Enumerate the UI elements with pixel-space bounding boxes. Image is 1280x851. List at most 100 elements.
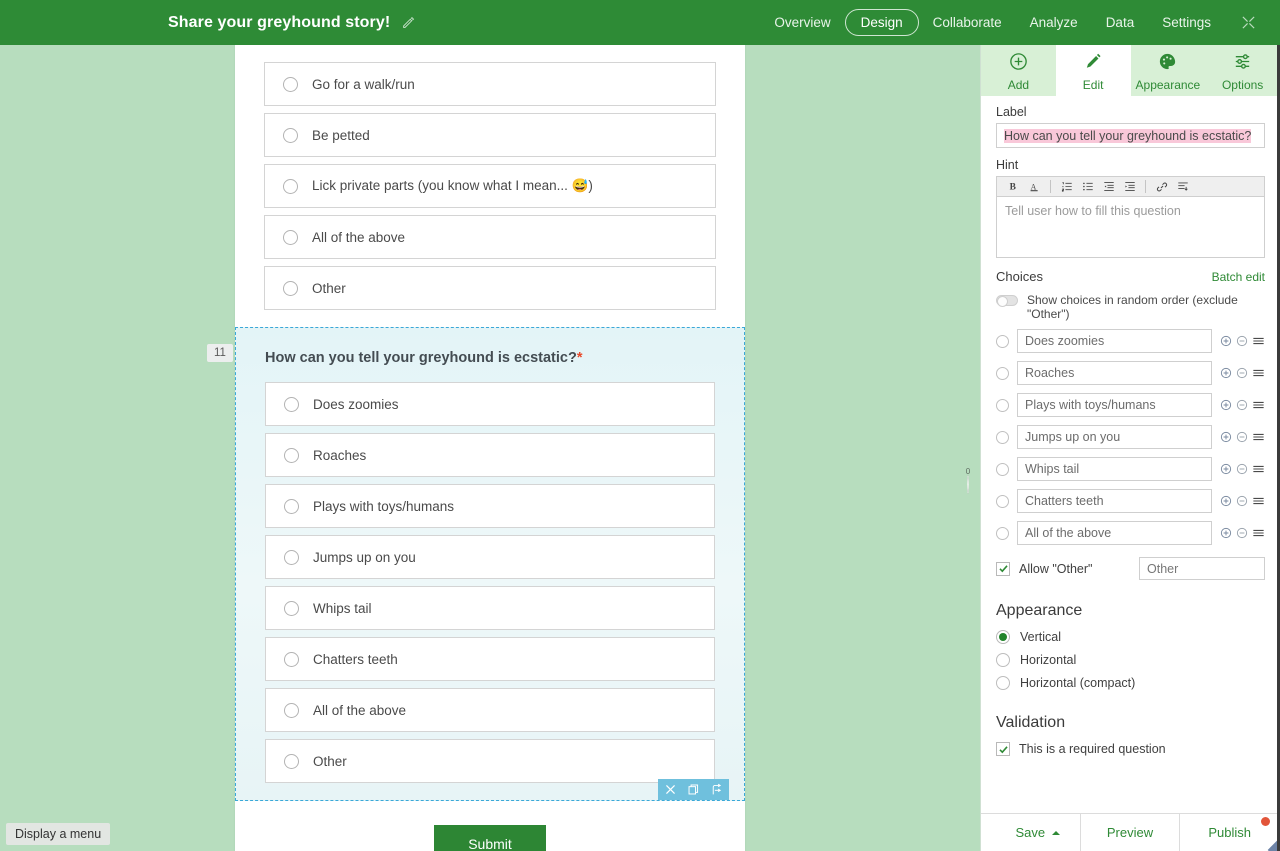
drag-handle-icon[interactable] (1252, 431, 1265, 443)
hint-textarea[interactable]: Tell user how to fill this question (996, 196, 1265, 258)
remove-choice-icon[interactable] (1236, 399, 1248, 411)
choice-row[interactable]: Chatters teeth (265, 637, 715, 681)
random-order-row[interactable]: Show choices in random order (exclude "O… (996, 293, 1265, 321)
pencil-icon[interactable] (402, 16, 415, 29)
nav-settings[interactable]: Settings (1148, 10, 1225, 35)
appearance-option-vertical[interactable]: Vertical (996, 630, 1265, 644)
caret-up-icon[interactable] (1051, 830, 1060, 835)
allow-other-checkbox[interactable] (996, 561, 1010, 576)
tab-options[interactable]: Options (1205, 45, 1280, 96)
preview-button[interactable]: Preview (1081, 814, 1181, 851)
radio-icon[interactable] (284, 651, 299, 667)
outdent-icon[interactable] (1098, 178, 1119, 196)
remove-choice-icon[interactable] (1236, 335, 1248, 347)
appearance-option-horizontal[interactable]: Horizontal (996, 653, 1265, 667)
add-choice-icon[interactable] (1220, 495, 1232, 507)
canvas-slider-marker[interactable]: 0 (958, 467, 978, 494)
selected-question-block[interactable]: 11 How can you tell your greyhound is ec… (207, 327, 745, 801)
random-order-toggle[interactable] (996, 295, 1018, 307)
nav-design[interactable]: Design (844, 9, 919, 36)
remove-choice-icon[interactable] (1236, 431, 1248, 443)
insert-field-icon[interactable] (1172, 178, 1193, 196)
choice-row[interactable]: All of the above (264, 215, 716, 259)
bullet-list-icon[interactable] (1077, 178, 1098, 196)
remove-choice-icon[interactable] (1236, 527, 1248, 539)
choice-row[interactable]: Be petted (264, 113, 716, 157)
tab-appearance[interactable]: Appearance (1131, 45, 1206, 96)
choice-row[interactable]: Go for a walk/run (264, 62, 716, 106)
text-color-icon[interactable]: A (1024, 178, 1045, 196)
choice-row[interactable]: Lick private parts (you know what I mean… (264, 164, 716, 208)
choice-text-input[interactable]: Does zoomies (1017, 329, 1212, 353)
radio-icon[interactable] (996, 653, 1010, 667)
choice-edit-row: Roaches (996, 361, 1265, 385)
radio-icon[interactable] (996, 676, 1010, 690)
choice-row[interactable]: All of the above (265, 688, 715, 732)
add-choice-icon[interactable] (1220, 431, 1232, 443)
duplicate-icon[interactable] (687, 783, 700, 796)
submit-button[interactable]: Submit (434, 825, 546, 851)
label-input[interactable]: How can you tell your greyhound is ecsta… (996, 123, 1265, 148)
tab-edit[interactable]: Edit (1055, 45, 1131, 96)
radio-icon[interactable] (284, 447, 299, 463)
slider-handle[interactable] (967, 475, 969, 494)
drag-handle-icon[interactable] (1252, 399, 1265, 411)
choice-row[interactable]: Jumps up on you (265, 535, 715, 579)
drag-handle-icon[interactable] (1252, 463, 1265, 475)
radio-icon[interactable] (283, 178, 298, 194)
choice-row[interactable]: Plays with toys/humans (265, 484, 715, 528)
logic-branch-icon[interactable] (710, 783, 723, 796)
choice-row[interactable]: Does zoomies (265, 382, 715, 426)
choice-row[interactable]: Whips tail (265, 586, 715, 630)
indent-icon[interactable] (1119, 178, 1140, 196)
nav-data[interactable]: Data (1092, 10, 1149, 35)
add-choice-icon[interactable] (1220, 527, 1232, 539)
radio-icon[interactable] (284, 702, 299, 718)
radio-icon[interactable] (283, 127, 298, 143)
required-question-checkbox[interactable] (996, 742, 1010, 756)
save-button[interactable]: Save (981, 814, 1081, 851)
drag-handle-icon[interactable] (1252, 335, 1265, 347)
choice-text-input[interactable]: Whips tail (1017, 457, 1212, 481)
radio-icon[interactable] (283, 280, 298, 296)
choice-row[interactable]: Other (265, 739, 715, 783)
add-choice-icon[interactable] (1220, 463, 1232, 475)
bold-icon[interactable]: B (1003, 178, 1024, 196)
nav-collaborate[interactable]: Collaborate (919, 10, 1016, 35)
collapse-arrows-icon[interactable] (1225, 15, 1266, 30)
add-choice-icon[interactable] (1220, 335, 1232, 347)
radio-icon[interactable] (284, 753, 299, 769)
remove-choice-icon[interactable] (1236, 495, 1248, 507)
delete-icon[interactable] (664, 783, 677, 796)
link-icon[interactable] (1151, 178, 1172, 196)
choice-row[interactable]: Roaches (265, 433, 715, 477)
ordered-list-icon[interactable] (1056, 178, 1077, 196)
nav-overview[interactable]: Overview (760, 10, 844, 35)
batch-edit-link[interactable]: Batch edit (1212, 270, 1265, 284)
nav-analyze[interactable]: Analyze (1016, 10, 1092, 35)
choice-text-input[interactable]: Jumps up on you (1017, 425, 1212, 449)
tab-add[interactable]: Add (981, 45, 1056, 96)
choice-text-input[interactable]: Roaches (1017, 361, 1212, 385)
choice-row[interactable]: Other (264, 266, 716, 310)
add-choice-icon[interactable] (1220, 367, 1232, 379)
choice-text-input[interactable]: Chatters teeth (1017, 489, 1212, 513)
appearance-option-horizontal-compact[interactable]: Horizontal (compact) (996, 676, 1265, 690)
add-choice-icon[interactable] (1220, 399, 1232, 411)
drag-handle-icon[interactable] (1252, 527, 1265, 539)
radio-icon[interactable] (284, 600, 299, 616)
radio-icon[interactable] (996, 630, 1010, 644)
drag-handle-icon[interactable] (1252, 367, 1265, 379)
radio-icon[interactable] (284, 549, 299, 565)
choice-text-input[interactable]: All of the above (1017, 521, 1212, 545)
choice-text-input[interactable]: Plays with toys/humans (1017, 393, 1212, 417)
drag-handle-icon[interactable] (1252, 495, 1265, 507)
remove-choice-icon[interactable] (1236, 463, 1248, 475)
remove-choice-icon[interactable] (1236, 367, 1248, 379)
radio-icon[interactable] (284, 498, 299, 514)
choice-row-tools (1220, 367, 1265, 379)
radio-icon[interactable] (283, 76, 298, 92)
radio-icon[interactable] (283, 229, 298, 245)
other-text-input[interactable]: Other (1139, 557, 1265, 580)
radio-icon[interactable] (284, 396, 299, 412)
